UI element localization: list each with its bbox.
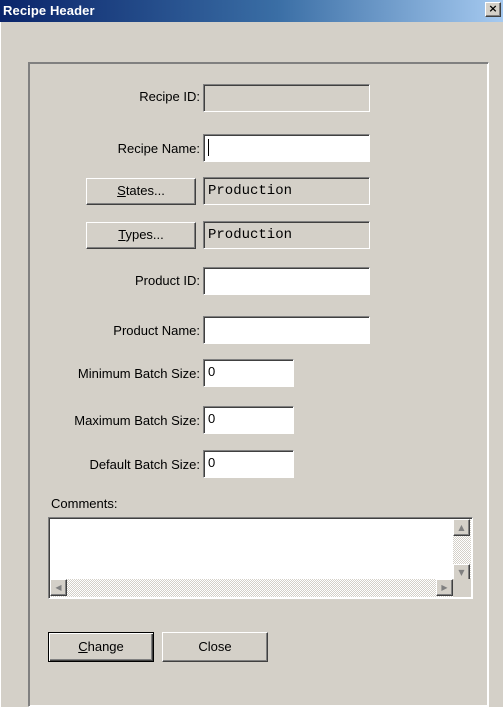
- states-field: Production: [203, 177, 370, 205]
- recipe-name-input[interactable]: [203, 134, 370, 162]
- product-id-input[interactable]: [203, 267, 370, 295]
- types-button[interactable]: Types...: [86, 222, 196, 249]
- window-title: Recipe Header: [3, 3, 95, 18]
- arrow-up-icon: ▲: [458, 523, 465, 532]
- change-button-label: Change: [78, 639, 124, 654]
- product-name-input[interactable]: [203, 316, 370, 344]
- comments-vertical-scrollbar[interactable]: ▲ ▼: [453, 519, 471, 581]
- close-window-button[interactable]: ×: [485, 2, 501, 17]
- change-button[interactable]: Change: [48, 632, 154, 662]
- scrollbar-corner: [453, 579, 471, 597]
- states-button[interactable]: States...: [86, 178, 196, 205]
- recipe-id-label: Recipe ID:: [139, 89, 200, 104]
- title-bar[interactable]: Recipe Header ×: [0, 0, 503, 22]
- scroll-right-button[interactable]: ▶: [436, 579, 453, 596]
- maximum-batch-size-input[interactable]: 0: [203, 406, 294, 434]
- arrow-down-icon: ▼: [458, 568, 465, 577]
- close-button[interactable]: Close: [162, 632, 268, 662]
- recipe-name-label: Recipe Name:: [117, 141, 200, 156]
- states-button-label: States...: [117, 183, 165, 198]
- types-button-label: Types...: [118, 227, 164, 242]
- types-label-rest: ypes...: [125, 227, 164, 242]
- comments-horizontal-scrollbar[interactable]: ◀ ▶: [50, 579, 453, 597]
- arrow-right-icon: ▶: [441, 583, 448, 592]
- comments-textarea[interactable]: ▲ ▼ ◀ ▶: [48, 517, 473, 599]
- product-name-label: Product Name:: [113, 323, 200, 338]
- types-field: Production: [203, 221, 370, 249]
- text-cursor: [208, 139, 209, 156]
- states-mnemonic: S: [117, 183, 126, 198]
- states-label-rest: tates...: [125, 183, 165, 198]
- change-label-rest: hange: [87, 639, 124, 654]
- close-icon: ×: [488, 2, 498, 15]
- default-batch-size-label: Default Batch Size:: [89, 457, 200, 472]
- recipe-id-field: [203, 84, 370, 112]
- product-id-label: Product ID:: [134, 273, 200, 288]
- minimum-batch-size-label: Minimum Batch Size:: [77, 366, 200, 381]
- minimum-batch-size-input[interactable]: 0: [203, 359, 294, 387]
- scroll-left-button[interactable]: ◀: [50, 579, 67, 596]
- change-mnemonic: C: [78, 639, 88, 654]
- default-batch-size-input[interactable]: 0: [203, 450, 294, 478]
- comments-label: Comments:: [51, 496, 118, 511]
- scroll-up-button[interactable]: ▲: [453, 519, 470, 536]
- arrow-left-icon: ◀: [55, 583, 62, 592]
- maximum-batch-size-label: Maximum Batch Size:: [74, 413, 200, 428]
